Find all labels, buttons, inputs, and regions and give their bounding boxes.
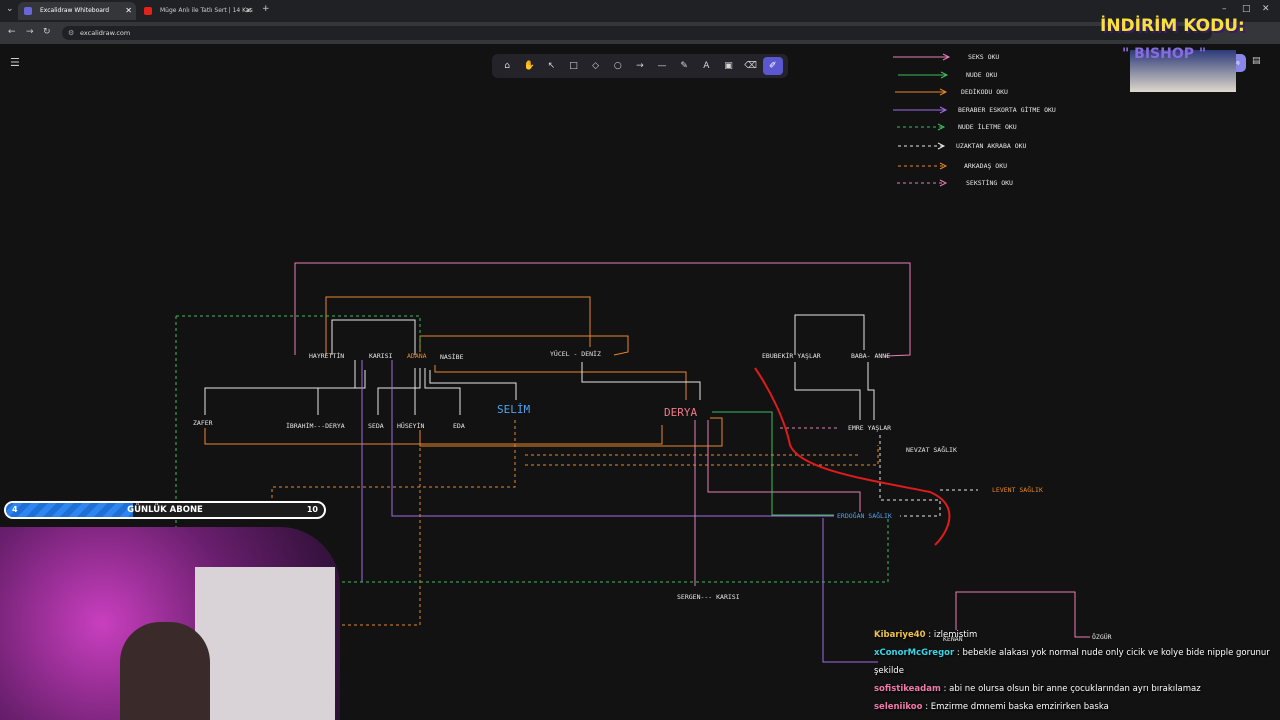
chat-text: izlemistim — [933, 630, 978, 640]
node-selim[interactable]: SELİM — [497, 403, 530, 416]
subscriber-goal-target: 10 — [306, 505, 318, 514]
legend-label: UZAKTAN AKRABA OKU — [956, 142, 1027, 150]
legend-label: SEKS OKU — [968, 53, 999, 61]
webcam-background-shelf — [195, 567, 335, 720]
legend-label: ARKADAŞ OKU — [964, 162, 1007, 170]
legend-item: SEKSTİNG OKU — [897, 178, 1013, 187]
legend-label: NUDE İLETME OKU — [958, 122, 1017, 131]
node-sergen[interactable]: SERGEN--- KARISI — [677, 593, 740, 601]
promo-code-value: " BISHOP " — [1122, 46, 1207, 62]
node-hayrettin[interactable]: HAYRETTİN — [309, 351, 344, 360]
node-nevzat[interactable]: NEVZAT SAĞLIK — [906, 445, 957, 454]
chat-user: xConorMcGregor — [874, 648, 955, 658]
legend-label: NUDE OKU — [966, 71, 997, 79]
node-eda[interactable]: EDA — [453, 422, 465, 430]
node-zafer[interactable]: ZAFER — [193, 419, 213, 427]
node-nasibe[interactable]: NASİBE — [440, 352, 464, 361]
legend-label: SEKSTİNG OKU — [966, 178, 1013, 187]
streamer-webcam — [0, 527, 340, 720]
chat-text: Emzirme dmnemi baska emzirirken baska — [930, 702, 1109, 712]
node-karisi[interactable]: KARISI — [369, 352, 393, 360]
legend-item: UZAKTAN AKRABA OKU — [898, 142, 1027, 150]
chat-user: Kibariye40 — [874, 630, 926, 640]
webcam-person — [120, 622, 210, 720]
chat-text: abi ne olursa olsun bir anne çocuklarınd… — [949, 684, 1201, 694]
node-adana[interactable]: ADANA — [407, 352, 427, 360]
node-seda[interactable]: SEDA — [368, 422, 384, 430]
promo-code-title: İNDİRİM KODU: — [1100, 16, 1245, 36]
node-derya[interactable]: DERYA — [664, 406, 697, 419]
subscriber-goal-label: GÜNLÜK ABONE — [127, 505, 203, 515]
legend-item: ARKADAŞ OKU — [898, 162, 1007, 170]
legend-item: DEDİKODU OKU — [895, 87, 1008, 96]
legend-label: BERABER ESKORTA GİTME OKU — [958, 105, 1056, 114]
legend: SEKS OKU NUDE OKU DEDİKODU OKU BERABER E… — [893, 53, 1056, 187]
chat-user: sofistikeadam — [874, 684, 941, 694]
legend-item: BERABER ESKORTA GİTME OKU — [893, 105, 1056, 114]
chat-overlay: Kibariye40 : izlemistim xConorMcGregor :… — [874, 626, 1280, 716]
chat-message: seleniikoo : Emzirme dmnemi baska emziri… — [874, 702, 1109, 712]
chat-message: Kibariye40 : izlemistim — [874, 630, 978, 640]
node-levent[interactable]: LEVENT SAĞLIK — [992, 485, 1043, 494]
legend-item: SEKS OKU — [893, 53, 999, 61]
chat-message: xConorMcGregor : bebekle alakası yok nor… — [874, 648, 1270, 676]
node-huseyin[interactable]: HÜSEYİN — [397, 421, 424, 430]
node-erdogan[interactable]: ERDOĞAN SAĞLIK — [837, 511, 892, 520]
chat-user: seleniikoo — [874, 702, 923, 712]
node-yucel-deniz[interactable]: YÜCEL - DENİZ — [550, 349, 601, 358]
legend-item: NUDE İLETME OKU — [897, 122, 1017, 131]
node-ebubekir[interactable]: EBUBEKİR YAŞLAR — [762, 351, 821, 360]
subscriber-goal-bar: 4 GÜNLÜK ABONE 10 — [4, 501, 326, 519]
node-ibrahim-derya[interactable]: İBRAHİM---DERYA — [286, 421, 345, 430]
node-baba-anne[interactable]: BABA- ANNE — [851, 352, 890, 360]
chat-message: sofistikeadam : abi ne olursa olsun bir … — [874, 684, 1201, 694]
legend-item: NUDE OKU — [898, 71, 997, 79]
legend-label: DEDİKODU OKU — [961, 87, 1008, 96]
node-emre[interactable]: EMRE YAŞLAR — [848, 424, 891, 432]
